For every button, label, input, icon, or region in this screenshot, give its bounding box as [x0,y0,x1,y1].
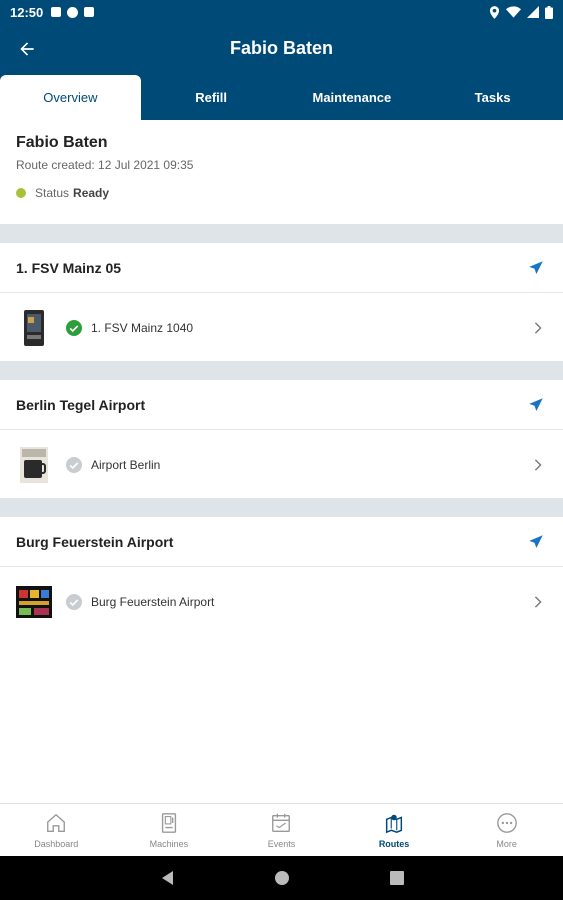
check-circle-icon [66,456,82,473]
nav-item-machines[interactable]: Machines [113,804,226,856]
tab-overview[interactable]: Overview [0,75,141,120]
route-status: Status Ready [16,186,547,200]
status-value: Ready [73,186,110,200]
machine-row[interactable]: Burg Feuerstein Airport [0,568,563,635]
check-circle-icon [66,593,82,610]
location-header: 1. FSV Mainz 05 [0,243,563,293]
navigate-icon[interactable] [525,257,547,279]
tab-bar: Overview Refill Maintenance Tasks [0,75,563,120]
events-icon [269,811,293,835]
system-icons [489,5,553,19]
nav-label: Machines [149,839,189,849]
nav-label: Routes [378,839,410,849]
chevron-right-icon [529,319,547,337]
check-circle-icon [66,319,82,336]
tab-refill[interactable]: Refill [141,75,282,120]
chevron-right-icon [529,593,547,611]
routes-icon [382,811,406,835]
status-bar: 12:50 [0,0,563,24]
route-info: Fabio Baten Route created: 12 Jul 2021 0… [0,120,563,224]
system-nav-bar [0,856,563,900]
navigate-icon[interactable] [525,531,547,553]
home-icon [44,811,68,835]
system-home-button[interactable] [272,868,292,888]
chevron-right-icon [529,456,547,474]
bottom-nav: Dashboard Machines Events Routes More [0,803,563,856]
section-divider [0,361,563,380]
navigate-icon[interactable] [525,394,547,416]
route-created-date: Route created: 12 Jul 2021 09:35 [16,158,194,172]
nav-label: More [496,839,517,849]
location-name: 1. FSV Mainz 05 [16,259,122,276]
section-divider [0,498,563,517]
machine-thumbnail [16,583,52,621]
machine-row[interactable]: Airport Berlin [0,431,563,498]
clock: 12:50 [10,4,44,20]
nav-item-events[interactable]: Events [225,804,338,856]
app-notification-icon [67,6,79,18]
nav-item-more[interactable]: More [450,804,563,856]
clipboard-icon [84,7,95,17]
battery-icon [545,5,553,19]
nav-label: Dashboard [34,839,79,849]
app-bar: Fabio Baten [0,24,563,75]
wifi-icon [506,6,521,18]
tab-tasks[interactable]: Tasks [422,75,563,120]
system-recents-button[interactable] [387,868,407,888]
system-back-button[interactable] [157,868,177,888]
machine-name: Airport Berlin [91,457,161,472]
location-header: Burg Feuerstein Airport [0,517,563,567]
nav-label: Events [267,839,296,849]
more-icon [495,811,519,835]
machine-name: 1. FSV Mainz 1040 [91,320,194,335]
notification-icon [51,7,62,17]
signal-icon [527,6,539,18]
location-header: Berlin Tegel Airport [0,380,563,430]
section-divider [0,224,563,243]
page-title: Fabio Baten [229,38,333,58]
nav-item-routes[interactable]: Routes [338,804,451,856]
status-dot-icon [16,188,26,198]
machine-name: Burg Feuerstein Airport [91,594,215,609]
location-icon [489,5,500,19]
machine-thumbnail [16,446,52,484]
nav-item-dashboard[interactable]: Dashboard [0,804,113,856]
machine-row[interactable]: 1. FSV Mainz 1040 [0,294,563,361]
machine-icon [157,811,181,835]
location-name: Berlin Tegel Airport [16,396,146,413]
status-label: Status [35,186,70,200]
location-name: Burg Feuerstein Airport [16,533,174,550]
route-name: Fabio Baten [16,134,108,151]
tab-maintenance[interactable]: Maintenance [282,75,423,120]
notification-icons [51,6,95,18]
machine-thumbnail [16,309,52,347]
